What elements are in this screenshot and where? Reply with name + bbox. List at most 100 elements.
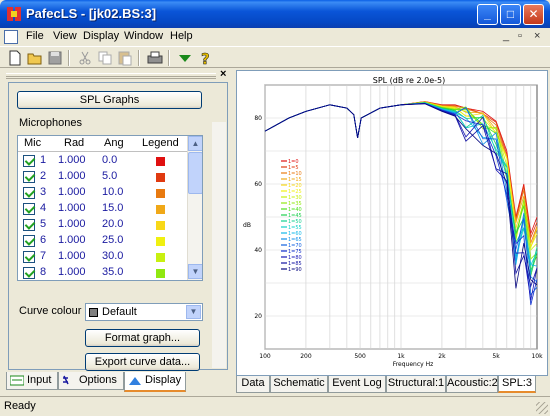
mic-number: 3 (40, 186, 47, 198)
display-panel: × SPL Graphs Microphones Mic Rad Ang Leg… (4, 68, 232, 390)
dropdown-arrow-icon[interactable] (176, 49, 194, 67)
microphone-row[interactable]: 7 1.000 30.0 (18, 249, 188, 265)
mic-number: 2 (40, 170, 47, 182)
spl-graph-view[interactable]: 100 200 500 1k 2k 5k 10k 20 40 60 80 SPL (dB re 2.0… (236, 70, 548, 376)
resize-grip[interactable] (536, 402, 548, 414)
mic-enabled-checkbox[interactable] (23, 251, 35, 263)
new-icon[interactable] (6, 49, 24, 67)
options-icon (63, 375, 69, 385)
y-axis-label: dB (243, 222, 251, 229)
mic-radius: 1.000 (58, 154, 86, 166)
save-icon[interactable] (46, 49, 64, 67)
format-graph-button[interactable]: Format graph... (85, 329, 200, 347)
menu-window[interactable]: Window (124, 30, 163, 42)
minimize-button[interactable]: _ (477, 4, 498, 25)
microphone-row[interactable]: 4 1.000 15.0 (18, 201, 188, 217)
mic-radius: 1.000 (58, 266, 86, 278)
cut-icon[interactable] (76, 49, 94, 67)
panel-close-button[interactable]: × (220, 68, 226, 80)
menu-display[interactable]: Display (83, 30, 119, 42)
mic-legend-swatch[interactable] (156, 173, 165, 182)
open-icon[interactable] (26, 49, 44, 67)
mic-enabled-checkbox[interactable] (23, 267, 35, 279)
tab-acoustic[interactable]: Acoustic:2 (446, 376, 498, 393)
mic-angle: 25.0 (102, 234, 124, 246)
scroll-down-icon[interactable]: ▼ (188, 264, 202, 279)
legend-label: 1=90 (288, 267, 302, 273)
mic-legend-swatch[interactable] (156, 269, 165, 278)
tab-event-log[interactable]: Event Log (328, 376, 386, 393)
mic-angle: 15.0 (102, 202, 124, 214)
mic-enabled-checkbox[interactable] (23, 187, 35, 199)
menu-view[interactable]: View (53, 30, 77, 42)
mic-enabled-checkbox[interactable] (23, 219, 35, 231)
display-icon (129, 377, 141, 385)
tab-spl[interactable]: SPL:3 (498, 376, 536, 393)
microphone-list-scrollbar[interactable]: ▲ ▼ (187, 136, 202, 280)
document-tabs: Data Schematic Event Log Structural:1 Ac… (236, 376, 550, 394)
mic-radius: 1.000 (58, 202, 86, 214)
microphone-row[interactable]: 2 1.000 5.0 (18, 169, 188, 185)
tab-input-label: Input (27, 374, 52, 386)
mic-legend-swatch[interactable] (156, 157, 165, 166)
mic-angle: 30.0 (102, 250, 124, 262)
mic-enabled-checkbox[interactable] (23, 171, 35, 183)
mic-legend-swatch[interactable] (156, 189, 165, 198)
print-icon[interactable] (146, 49, 164, 67)
microphone-row[interactable]: 5 1.000 20.0 (18, 217, 188, 233)
export-curve-data-button[interactable]: Export curve data... (85, 353, 200, 371)
menu-file[interactable]: File (26, 30, 44, 42)
menu-bar: File View Display Window Help _ ▫ × (0, 28, 550, 46)
left-tabs: Input Options Display (4, 372, 232, 392)
mic-legend-swatch[interactable] (156, 205, 165, 214)
mic-angle: 5.0 (102, 170, 118, 182)
tab-options-label: Options (79, 374, 117, 386)
scroll-up-icon[interactable]: ▲ (188, 136, 202, 151)
maximize-button[interactable]: □ (500, 4, 521, 25)
mic-angle: 20.0 (102, 218, 124, 230)
tab-options[interactable]: Options (58, 372, 124, 390)
tab-input[interactable]: Input (6, 372, 58, 390)
mic-legend-swatch[interactable] (156, 253, 165, 262)
help-icon[interactable]: ? (196, 49, 214, 67)
col-ang[interactable]: Ang (104, 137, 124, 149)
tab-structural[interactable]: Structural:1 (386, 376, 446, 393)
x-tick-label: 2k (438, 353, 446, 360)
chevron-down-icon[interactable]: ▼ (186, 305, 201, 319)
tab-display[interactable]: Display (124, 372, 186, 392)
mic-radius: 1.000 (58, 170, 86, 182)
mic-legend-swatch[interactable] (156, 237, 165, 246)
document-icon[interactable] (4, 30, 18, 44)
mdi-minimize-button[interactable]: _ (503, 30, 509, 42)
panel-scrollbar[interactable] (212, 122, 226, 368)
mic-enabled-checkbox[interactable] (23, 235, 35, 247)
microphone-row[interactable]: 1 1.000 0.0 (18, 153, 188, 169)
scroll-thumb[interactable] (188, 152, 202, 194)
col-rad[interactable]: Rad (64, 137, 84, 149)
tab-schematic[interactable]: Schematic (270, 376, 328, 393)
y-tick-label: 40 (254, 247, 262, 254)
tab-data[interactable]: Data (236, 376, 270, 393)
col-mic[interactable]: Mic (24, 137, 41, 149)
microphones-label: Microphones (19, 117, 82, 129)
mdi-restore-button[interactable]: ▫ (518, 30, 522, 42)
microphone-row[interactable]: 6 1.000 25.0 (18, 233, 188, 249)
mic-enabled-checkbox[interactable] (23, 155, 35, 167)
y-tick-label: 20 (254, 313, 262, 320)
col-legend[interactable]: Legend (142, 137, 179, 149)
paste-icon[interactable] (116, 49, 134, 67)
close-button[interactable]: ✕ (523, 4, 544, 25)
x-tick-label: 500 (354, 353, 366, 360)
copy-icon[interactable] (96, 49, 114, 67)
mic-enabled-checkbox[interactable] (23, 203, 35, 215)
microphone-row[interactable]: 3 1.000 10.0 (18, 185, 188, 201)
mic-radius: 1.000 (58, 250, 86, 262)
curve-colour-select[interactable]: Default ▼ (85, 303, 203, 321)
microphone-row[interactable]: 8 1.000 35.0 (18, 265, 188, 280)
menu-help[interactable]: Help (170, 30, 193, 42)
x-axis-label: Frequency Hz (393, 361, 434, 368)
mic-number: 5 (40, 218, 47, 230)
mic-legend-swatch[interactable] (156, 221, 165, 230)
spl-graphs-button[interactable]: SPL Graphs (17, 91, 202, 109)
mdi-close-button[interactable]: × (534, 30, 540, 42)
